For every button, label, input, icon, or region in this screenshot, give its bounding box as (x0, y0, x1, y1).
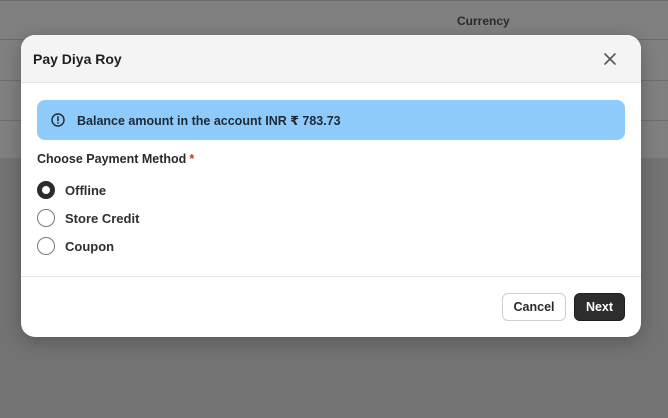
balance-alert: Balance amount in the account INR ₹ 783.… (37, 100, 625, 140)
cancel-button[interactable]: Cancel (502, 293, 566, 321)
dialog-title: Pay Diya Roy (33, 51, 122, 67)
payment-option-label: Coupon (65, 238, 115, 254)
close-button[interactable] (601, 50, 619, 68)
payment-option-offline[interactable]: Offline (37, 180, 106, 200)
balance-alert-text: Balance amount in the account INR ₹ 783.… (77, 113, 341, 128)
next-button[interactable]: Next (574, 293, 625, 321)
background-table-header: Currency (0, 0, 668, 40)
info-icon (51, 113, 65, 127)
dialog-header: Pay Diya Roy (21, 35, 641, 83)
payment-option-label: Store Credit (65, 210, 140, 226)
payment-option-label: Offline (65, 182, 107, 198)
payment-method-label-text: Choose Payment Method (37, 152, 187, 166)
background-column-currency: Currency (457, 14, 510, 28)
required-mark: * (189, 152, 195, 166)
radio-coupon[interactable] (37, 237, 55, 255)
payment-method-label: Choose Payment Method * (37, 152, 194, 166)
pay-dialog: Pay Diya Roy Balance amount in the accou… (21, 35, 641, 337)
radio-store-credit[interactable] (37, 209, 55, 227)
radio-offline[interactable] (37, 181, 55, 199)
footer-divider (21, 276, 641, 277)
close-icon (604, 53, 616, 65)
payment-option-store-credit[interactable]: Store Credit (37, 208, 139, 228)
payment-option-coupon[interactable]: Coupon (37, 236, 114, 256)
